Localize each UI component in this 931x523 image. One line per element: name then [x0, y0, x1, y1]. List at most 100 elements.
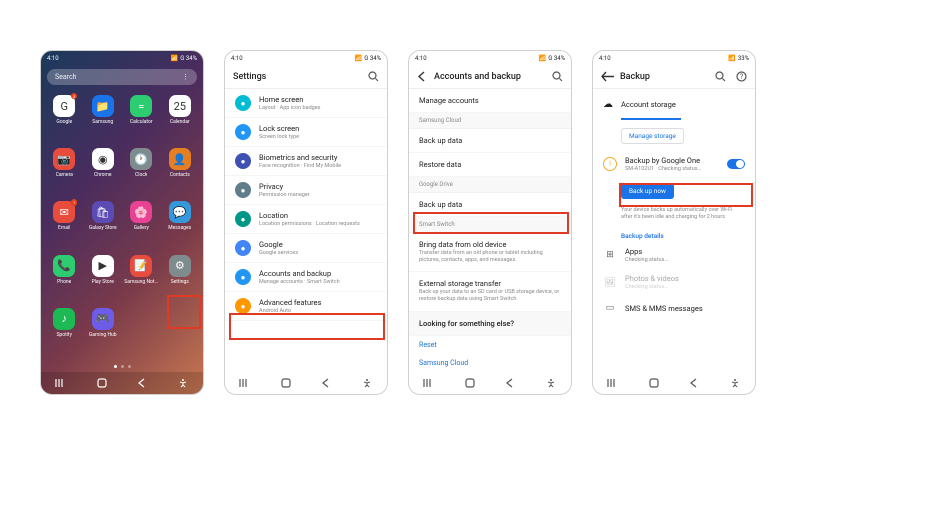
app-label: Clock	[135, 172, 147, 178]
app-icon: 25	[169, 95, 191, 117]
nav-home-icon[interactable]	[464, 377, 476, 389]
setting-privacy[interactable]: ● Privacy Permission manager	[225, 176, 387, 205]
app-gallery[interactable]: 🌸 Gallery	[124, 201, 159, 248]
app-messages[interactable]: 💬 Messages	[163, 201, 198, 248]
page-dot-1[interactable]	[114, 365, 117, 368]
accounts-backup-list: Manage accounts Samsung Cloud Back up da…	[409, 89, 571, 372]
setting-title: Privacy	[259, 182, 377, 191]
app-calculator[interactable]: = Calculator	[124, 95, 159, 142]
setting-location[interactable]: ● Location Location permissions · Locati…	[225, 205, 387, 234]
setting-icon: ●	[235, 240, 251, 256]
search-pill[interactable]: Search ⋮	[47, 69, 197, 85]
backup-info-text: Your device backs up automatically over …	[593, 203, 755, 227]
manage-storage-button[interactable]: Manage storage	[621, 128, 684, 144]
setting-subtitle: Screen lock type	[259, 134, 377, 140]
setting-biometrics-and-security[interactable]: ● Biometrics and security Face recogniti…	[225, 147, 387, 176]
back-arrow-icon[interactable]	[601, 71, 614, 82]
app-phone[interactable]: 📞 Phone	[47, 255, 82, 302]
setting-icon: ●	[235, 182, 251, 198]
status-time: 4:10	[415, 55, 427, 62]
app-google[interactable]: G5 Google	[47, 95, 82, 142]
setting-home-screen[interactable]: ● Home screen Layout · App icon badges	[225, 89, 387, 118]
app-camera[interactable]: 📷 Camera	[47, 148, 82, 195]
row-external-storage-transfer[interactable]: External storage transferBack up your da…	[409, 272, 571, 311]
nav-back-icon[interactable]	[504, 377, 516, 389]
section-smart-switch: Smart Switch	[409, 217, 571, 233]
row-back-up-data[interactable]: Back up data	[409, 193, 571, 217]
search-icon[interactable]	[715, 71, 726, 82]
setting-accounts-and-backup[interactable]: ● Accounts and backup Manage accounts · …	[225, 263, 387, 292]
nav-recent-icon[interactable]	[423, 377, 435, 389]
more-icon[interactable]: ⋮	[182, 73, 189, 81]
app-icon: ⚙	[169, 255, 191, 277]
app-label: Chrome	[94, 172, 112, 178]
app-email[interactable]: ✉1 Email	[47, 201, 82, 248]
detail-photos-videos[interactable]: 🖼 Photos & videosChecking status…	[593, 269, 755, 296]
backup-one-sub: SM-A102U1 · Checking status…	[625, 166, 719, 173]
backup-google-one-row[interactable]: ! Backup by Google One SM-A102U1 · Check…	[593, 150, 755, 179]
setting-icon: ●	[235, 124, 251, 140]
manage-accounts-row[interactable]: Manage accounts	[409, 89, 571, 113]
page-title: Backup	[620, 72, 709, 82]
nav-accessibility-icon[interactable]	[177, 377, 189, 389]
back-icon[interactable]	[417, 71, 428, 82]
app-calendar[interactable]: 25 Calendar	[163, 95, 198, 142]
status-time: 4:10	[47, 55, 59, 62]
link-samsung-cloud[interactable]: Samsung Cloud	[409, 354, 571, 372]
setting-title: Advanced features	[259, 298, 377, 307]
nav-recent-icon[interactable]	[55, 377, 67, 389]
account-storage-row[interactable]: ☁ Account storage	[593, 93, 755, 116]
row-title: Bring data from old device	[419, 240, 561, 249]
nav-recent-icon[interactable]	[607, 377, 619, 389]
nav-back-icon[interactable]	[688, 377, 700, 389]
nav-home-icon[interactable]	[280, 377, 292, 389]
nav-accessibility-icon[interactable]	[729, 377, 741, 389]
app-chrome[interactable]: ◉ Chrome	[86, 148, 121, 195]
nav-recent-icon[interactable]	[239, 377, 251, 389]
search-icon[interactable]	[552, 71, 563, 82]
setting-google[interactable]: ● Google Google services	[225, 234, 387, 263]
setting-title: Home screen	[259, 95, 377, 104]
app-samsung-notes[interactable]: 📝 Samsung Notes	[124, 255, 159, 302]
app-label: Spotify	[56, 332, 72, 338]
row-back-up-data[interactable]: Back up data	[409, 129, 571, 153]
row-bring-data-from-old-device[interactable]: Bring data from old deviceTransfer data …	[409, 233, 571, 272]
backup-now-button[interactable]: Back up now	[621, 183, 674, 199]
status-time: 4:10	[599, 55, 611, 62]
search-icon[interactable]	[368, 71, 379, 82]
backup-toggle[interactable]	[727, 159, 745, 169]
app-galaxy-store[interactable]: 🛍 Galaxy Store	[86, 201, 121, 248]
link-reset[interactable]: Reset	[409, 336, 571, 354]
page-dot-2[interactable]	[121, 365, 124, 368]
nav-home-icon[interactable]	[648, 377, 660, 389]
header: Accounts and backup	[409, 65, 571, 89]
setting-icon: ●	[235, 298, 251, 314]
nav-back-icon[interactable]	[320, 377, 332, 389]
nav-accessibility-icon[interactable]	[545, 377, 557, 389]
app-play-store[interactable]: ▶ Play Store	[86, 255, 121, 302]
app-gaming-hub[interactable]: 🎮 Gaming Hub	[86, 308, 121, 355]
detail-subtitle: Checking status…	[625, 284, 745, 291]
signal-icon: 📶	[728, 55, 735, 62]
nav-back-icon[interactable]	[136, 377, 148, 389]
app-spotify[interactable]: ♪ Spotify	[47, 308, 82, 355]
looking-else-label: Looking for something else?	[419, 319, 561, 328]
alert-icon: !	[603, 157, 617, 171]
app-clock[interactable]: 🕐 Clock	[124, 148, 159, 195]
row-restore-data[interactable]: Restore data	[409, 153, 571, 177]
page-dot-3[interactable]	[128, 365, 131, 368]
app-contacts[interactable]: 👤 Contacts	[163, 148, 198, 195]
row-subtitle: Back up your data to an SD card or USB s…	[419, 289, 561, 303]
nav-home-icon[interactable]	[96, 377, 108, 389]
setting-lock-screen[interactable]: ● Lock screen Screen lock type	[225, 118, 387, 147]
setting-advanced-features[interactable]: ● Advanced features Android Auto	[225, 292, 387, 321]
page-title: Accounts and backup	[434, 72, 546, 82]
app-samsung[interactable]: 📁 Samsung	[86, 95, 121, 142]
app-settings[interactable]: ⚙ Settings	[163, 255, 198, 302]
help-icon[interactable]: ?	[736, 71, 747, 82]
nav-accessibility-icon[interactable]	[361, 377, 373, 389]
detail-sms-mms-messages[interactable]: ▭ SMS & MMS messages	[593, 296, 755, 320]
detail-apps[interactable]: ⊞ AppsChecking status…	[593, 242, 755, 269]
status-icons: 📶 G 34%	[355, 55, 381, 62]
status-bar: 4:10 📶 G 34%	[409, 51, 571, 65]
